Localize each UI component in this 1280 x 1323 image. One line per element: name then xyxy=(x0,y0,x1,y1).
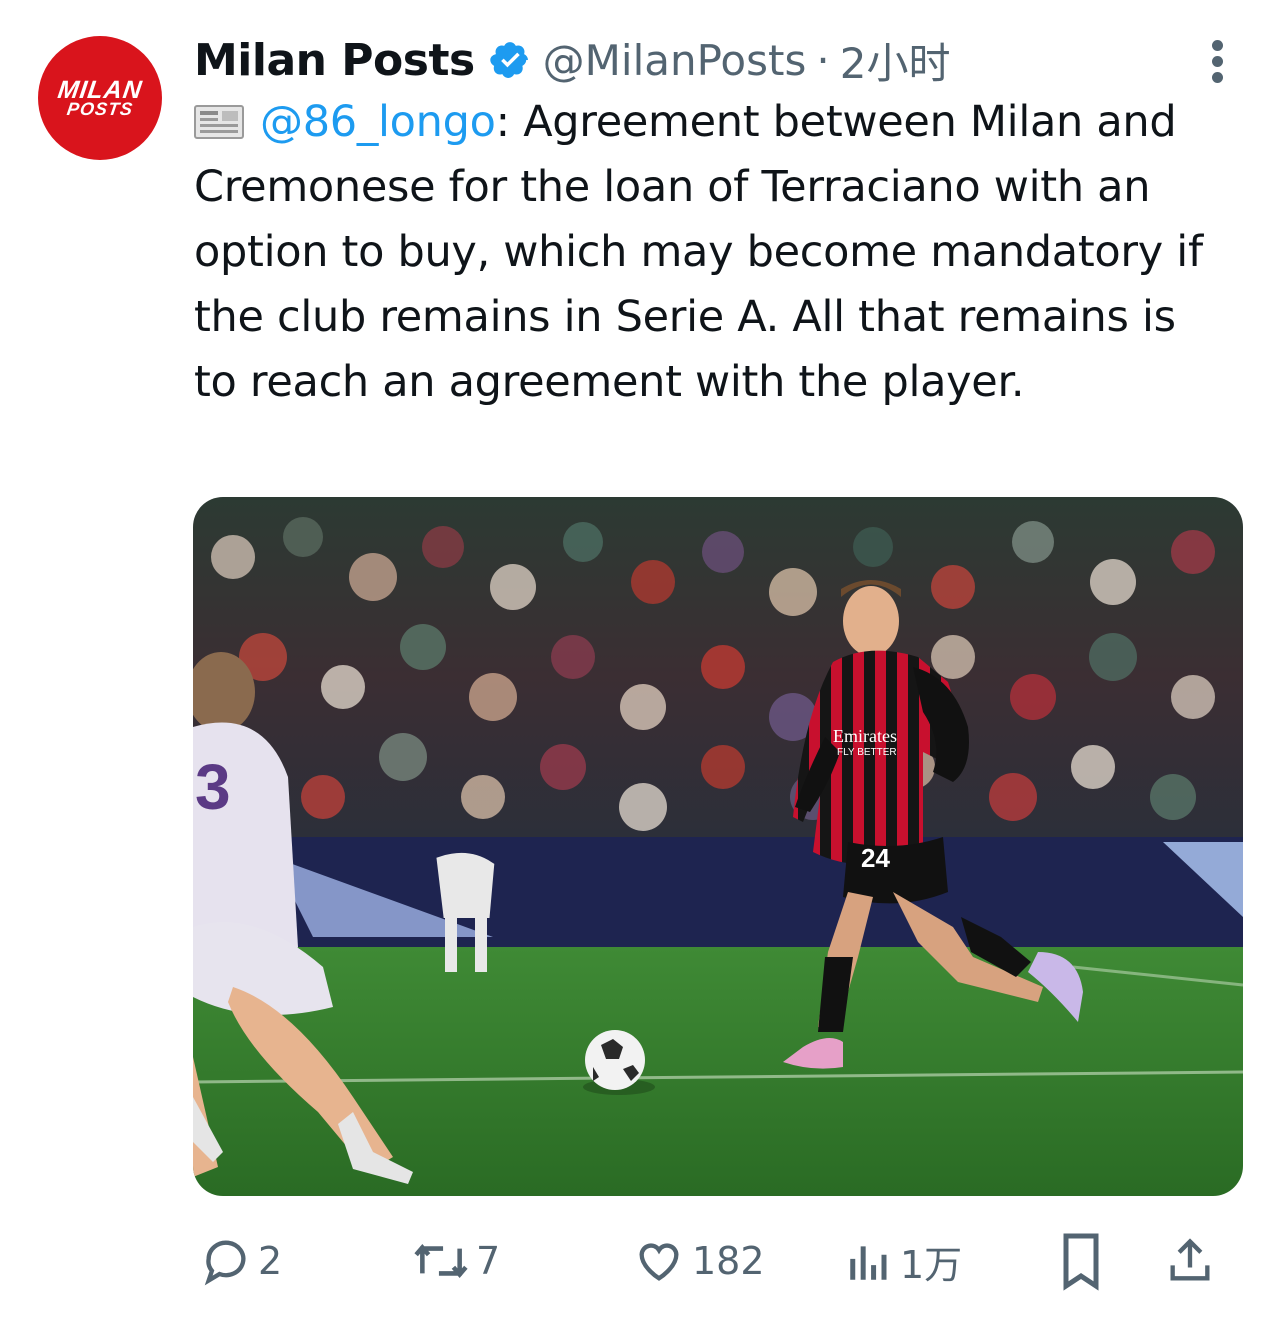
share-icon xyxy=(1170,1238,1210,1281)
views-icon xyxy=(850,1246,887,1280)
post-media-image[interactable]: 3 Emirates FLY BETTER 24 xyxy=(193,497,1243,1196)
reply-count: 2 xyxy=(258,1239,283,1283)
like-icon xyxy=(639,1243,679,1281)
jersey-sponsor-line1: Emirates xyxy=(833,726,897,746)
share-button[interactable] xyxy=(1164,1226,1216,1296)
mention-link[interactable]: @86_longo xyxy=(260,97,496,147)
opponent-number: 3 xyxy=(195,751,231,823)
user-handle[interactable]: @MilanPosts xyxy=(543,36,807,85)
avatar[interactable]: MILAN POSTS xyxy=(38,36,162,160)
views-button[interactable]: 1万 xyxy=(844,1226,962,1296)
more-options-icon[interactable] xyxy=(1206,40,1230,84)
jersey-sponsor-line2: FLY BETTER xyxy=(837,747,897,758)
post-actions-bar: 2 7 182 1万 xyxy=(196,1226,1256,1296)
reply-icon xyxy=(204,1240,246,1286)
post-text: @86_longo: Agreement between Milan and C… xyxy=(194,90,1209,415)
repost-button[interactable]: 7 xyxy=(412,1226,500,1296)
post-header: Milan Posts @MilanPosts · 2小时 xyxy=(194,30,1194,90)
football-photo: 3 Emirates FLY BETTER 24 xyxy=(193,497,1243,1196)
like-button[interactable]: 182 xyxy=(632,1226,765,1296)
like-count: 182 xyxy=(692,1239,765,1283)
newspaper-emoji-icon xyxy=(194,94,246,139)
display-name[interactable]: Milan Posts xyxy=(194,35,475,86)
reply-button[interactable]: 2 xyxy=(200,1226,282,1296)
avatar-logo-line2: POSTS xyxy=(65,99,135,119)
separator-dot: · xyxy=(816,35,830,85)
views-count: 1万 xyxy=(900,1242,963,1287)
repost-count: 7 xyxy=(476,1239,501,1283)
verified-badge-icon xyxy=(489,42,528,78)
bookmark-button[interactable] xyxy=(1056,1226,1106,1296)
bookmark-icon xyxy=(1063,1233,1099,1291)
post-timestamp[interactable]: 2小时 xyxy=(840,30,951,91)
player-number: 24 xyxy=(861,843,890,873)
repost-icon xyxy=(414,1244,468,1278)
